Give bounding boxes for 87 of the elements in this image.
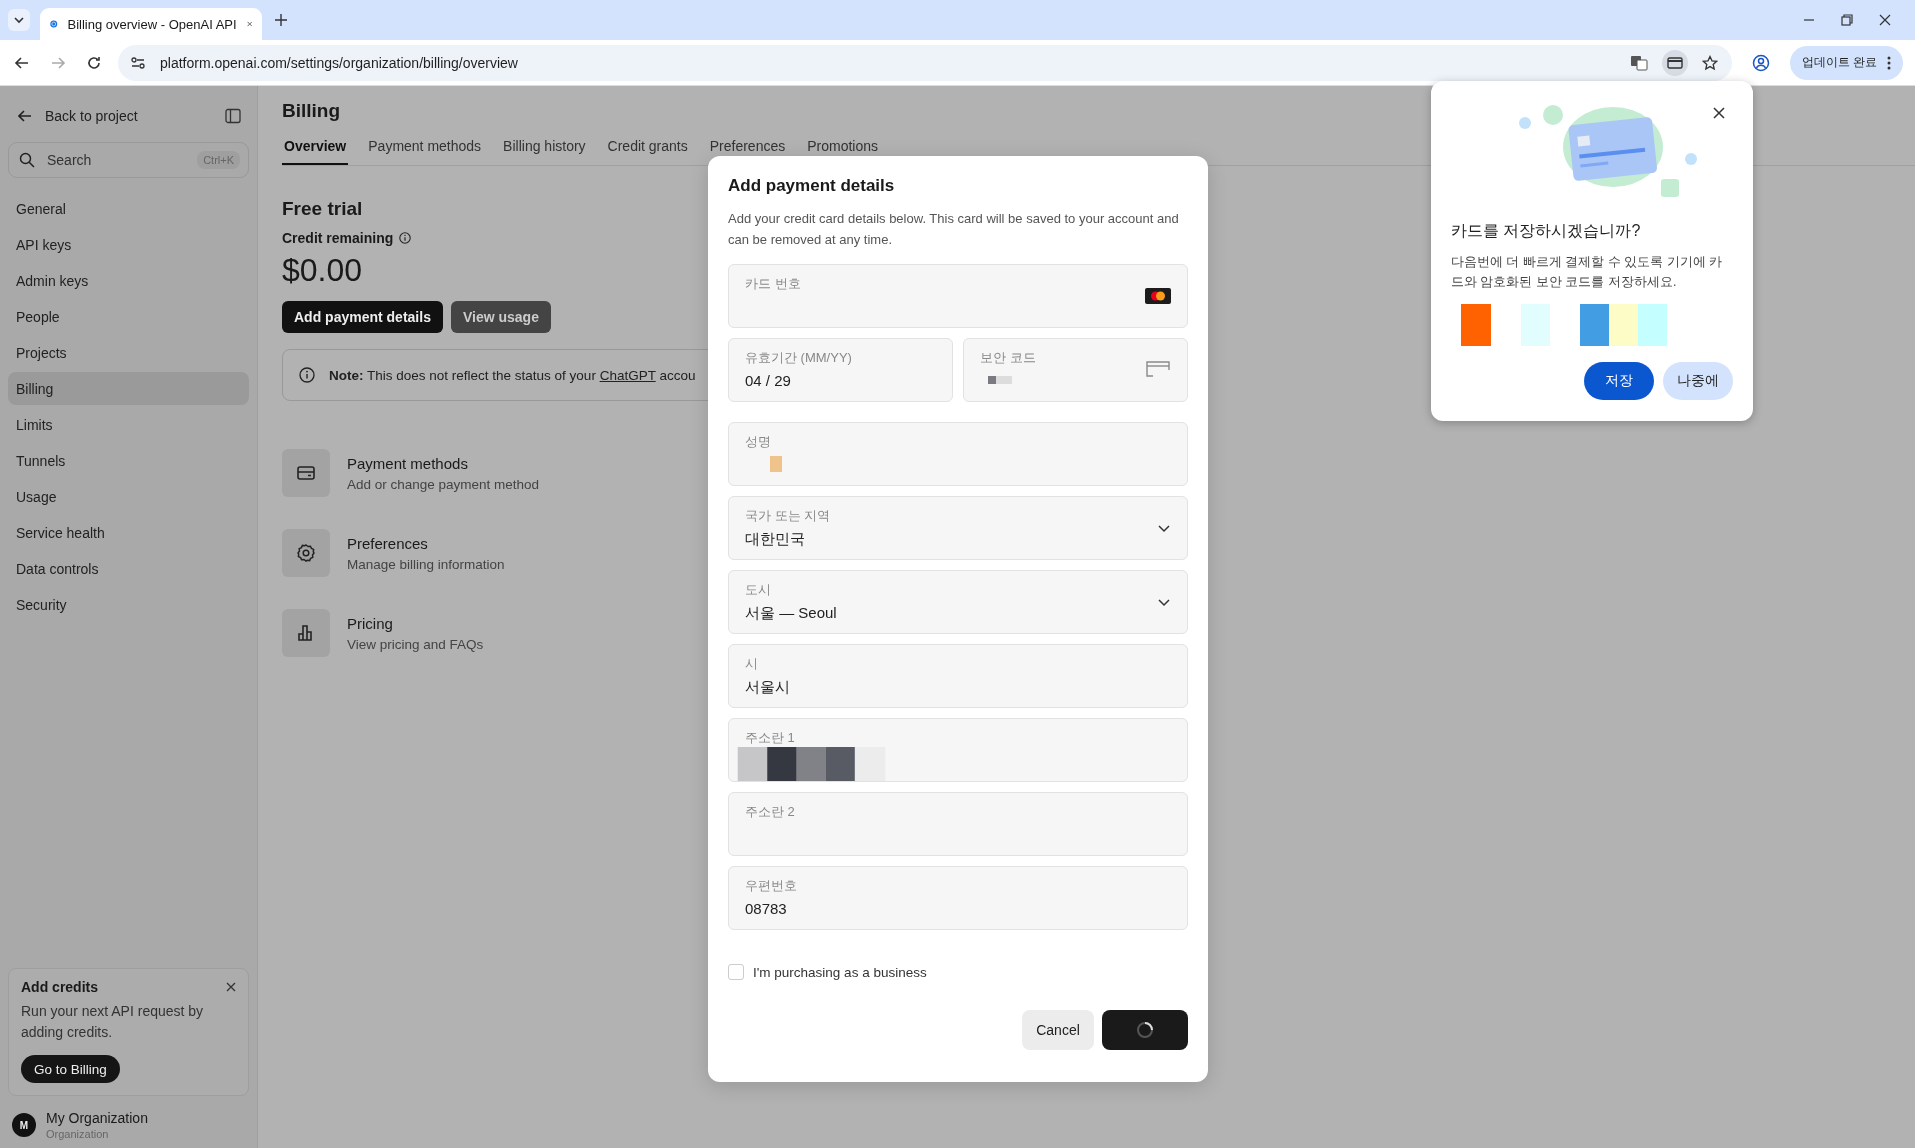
cancel-button[interactable]: Cancel: [1022, 1010, 1094, 1050]
arrow-left-icon: [18, 109, 32, 123]
action-button[interactable]: View usage: [450, 301, 551, 333]
business-checkbox[interactable]: [728, 964, 744, 980]
link-description: Add or change payment method: [347, 476, 540, 492]
plan-title: Free trial: [282, 198, 363, 220]
site-settings-icon[interactable]: [130, 54, 146, 71]
input-field[interactable]: 시 서울시: [728, 644, 1188, 708]
credit-label: Credit remaining: [282, 230, 394, 246]
input-field[interactable]: 우편번호 08783: [728, 866, 1188, 930]
popup-text: 다음번에 더 빠르게 결제할 수 있도록 기기에 카드와 암호화된 보안 코드를 저장하세요.: [1451, 254, 1724, 291]
search-input[interactable]: Search: [45, 151, 188, 169]
restore-icon[interactable]: [1841, 14, 1853, 26]
info-icon: [299, 367, 315, 383]
go-to-billing-button[interactable]: Go to Billing: [21, 1055, 120, 1083]
more-icon: [1887, 55, 1891, 70]
sidebar-item[interactable]: API keys: [8, 228, 249, 261]
action-button[interactable]: Add payment details: [282, 301, 443, 333]
close-icon[interactable]: [226, 982, 236, 992]
promo-text: Run your next API request by adding credits.: [21, 1002, 205, 1042]
note-text: Note: This does not reflect the status of your ChatGPT accou: [329, 367, 696, 383]
expiry-field[interactable]: 유효기간 (MM/YY) 04 / 29: [728, 338, 953, 402]
sidebar-toggle-icon[interactable]: [225, 108, 241, 124]
later-button[interactable]: 나중에: [1663, 362, 1733, 400]
back-icon[interactable]: [14, 54, 30, 71]
link-description: View pricing and FAQs: [347, 636, 484, 652]
back-to-project-link[interactable]: Back to project: [18, 108, 138, 124]
sidebar-item[interactable]: General: [8, 192, 249, 225]
update-button[interactable]: 업데이트 완료: [1789, 45, 1903, 80]
tab[interactable]: Payment methods: [366, 134, 484, 165]
info-icon[interactable]: [399, 232, 412, 244]
gear-icon[interactable]: [282, 529, 330, 577]
browser-tab[interactable]: Billing overview - OpenAI API: [40, 8, 262, 40]
close-icon[interactable]: [1879, 14, 1891, 26]
input-field[interactable]: 주소란 1: [728, 718, 1188, 782]
save-button[interactable]: 저장: [1584, 362, 1654, 400]
link-title[interactable]: Pricing: [347, 614, 484, 632]
input-field[interactable]: 주소란 2: [728, 792, 1188, 856]
org-role: Organization: [46, 1128, 110, 1140]
reload-icon[interactable]: [86, 54, 102, 71]
new-tab-icon[interactable]: [274, 13, 288, 27]
business-label[interactable]: I'm purchasing as a business: [753, 964, 927, 980]
spinner-icon: [1135, 1020, 1155, 1040]
select-field[interactable]: 국가 또는 지역 대한민국: [728, 496, 1188, 560]
tab[interactable]: Billing history: [501, 134, 588, 165]
tab-list-button[interactable]: [8, 9, 30, 31]
promo-title: Add credits: [21, 979, 98, 995]
search-icon: [19, 152, 35, 168]
sidebar-item[interactable]: Service health: [8, 516, 249, 549]
card-brand-icon: [1145, 288, 1171, 304]
card-icon[interactable]: [1661, 49, 1688, 76]
chatgpt-link[interactable]: ChatGPT: [599, 367, 656, 383]
profile-icon[interactable]: [1751, 53, 1770, 72]
security-code-field[interactable]: 보안 코드: [963, 338, 1188, 402]
caret-icon: [13, 14, 25, 26]
sidebar-item[interactable]: Tunnels: [8, 444, 249, 477]
select-field[interactable]: 도시 서울 — Seoul: [728, 570, 1188, 634]
dialog-description: Add your credit card details below. This card will be saved to your account and can be removed at any time.: [728, 210, 1180, 249]
sidebar-item[interactable]: Projects: [8, 336, 249, 369]
card-number-field[interactable]: 카드 번호: [728, 264, 1188, 328]
sidebar-item[interactable]: Data controls: [8, 552, 249, 585]
sidebar-item[interactable]: Limits: [8, 408, 249, 441]
sidebar-item[interactable]: Usage: [8, 480, 249, 513]
close-icon[interactable]: [1713, 107, 1725, 119]
shortcut-hint: Ctrl+K: [197, 151, 240, 169]
redaction-drawing: [988, 376, 1012, 384]
tab[interactable]: Credit grants: [605, 134, 690, 165]
address-bar[interactable]: platform.openai.com/settings/organization/billing/overview: [118, 44, 1732, 81]
sidebar-item[interactable]: Billing: [8, 372, 249, 405]
link-title[interactable]: Payment methods: [347, 454, 540, 472]
credit-amount: $0.00: [282, 252, 363, 289]
card-code-icon: [1145, 360, 1171, 380]
star-icon[interactable]: [1701, 54, 1718, 71]
page-title: Billing: [282, 100, 341, 122]
dialog-title: Add payment details: [728, 176, 896, 196]
tab[interactable]: Overview: [282, 134, 349, 165]
link-description: Manage billing information: [347, 556, 505, 572]
sidebar-item[interactable]: People: [8, 300, 249, 333]
org-avatar: M: [12, 1113, 36, 1137]
link-title[interactable]: Preferences: [347, 534, 505, 552]
redaction-drawing: [770, 456, 782, 472]
submit-button[interactable]: [1102, 1010, 1188, 1050]
popup-title: 카드를 저장하시겠습니까?: [1451, 221, 1642, 241]
sidebar-item[interactable]: Security: [8, 588, 249, 621]
org-name[interactable]: My Organization: [46, 1110, 148, 1126]
bar-chart-icon[interactable]: [282, 609, 330, 657]
sidebar-item[interactable]: Admin keys: [8, 264, 249, 297]
